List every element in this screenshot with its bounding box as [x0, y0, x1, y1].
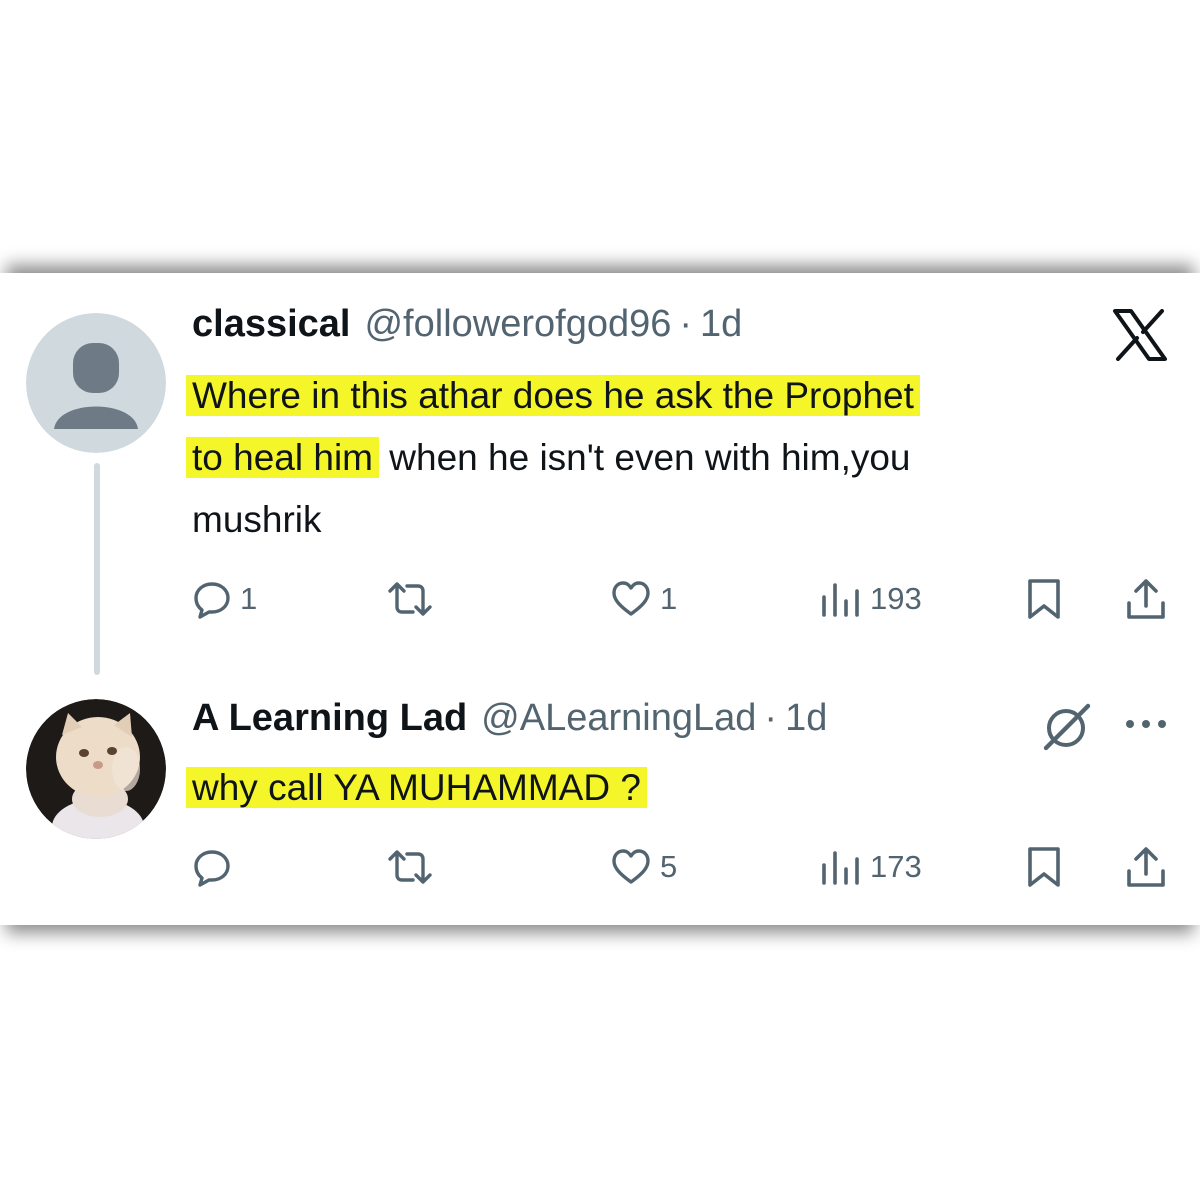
screenshot-card: classical @followerofgod96 · 1d Where in…: [0, 273, 1200, 925]
action-bar: 1 1 193: [0, 569, 1200, 629]
cat-avatar[interactable]: [26, 699, 166, 839]
like-button[interactable]: 1: [610, 569, 677, 629]
bookmark-button[interactable]: [1026, 569, 1062, 629]
views-icon: [822, 851, 859, 885]
like-count: 1: [660, 581, 678, 616]
separator-dot: ·: [679, 303, 693, 345]
tweet-text-line: why call YA MUHAMMAD ?: [186, 757, 1152, 819]
x-logo-icon: [1113, 309, 1167, 361]
repost-button[interactable]: [387, 837, 441, 897]
share-button[interactable]: [1124, 837, 1168, 897]
tweet-text: Where in this athar does he ask the Prop…: [186, 365, 1152, 551]
user-handle[interactable]: @ALearningLad: [481, 697, 756, 740]
user-handle[interactable]: @followerofgod96: [364, 303, 671, 346]
repost-icon: [388, 850, 432, 884]
bookmark-icon: [1028, 579, 1060, 619]
reply-icon: [194, 582, 230, 619]
cat-avatar-icon: [26, 699, 166, 839]
default-avatar-icon: [26, 313, 166, 453]
view-count: 193: [870, 581, 922, 616]
reply-icon: [194, 850, 230, 887]
separator-dot: ·: [764, 697, 778, 739]
default-avatar[interactable]: [26, 313, 166, 453]
grok-icon[interactable]: [1040, 700, 1094, 754]
highlighted-text: why call YA MUHAMMAD ?: [186, 767, 647, 808]
views-icon: [822, 583, 859, 617]
action-bar: 5 173: [0, 837, 1200, 897]
share-icon: [1127, 579, 1165, 619]
like-icon: [612, 849, 650, 884]
view-count: 173: [870, 849, 922, 884]
tweet-text-line: Where in this athar does he ask the Prop…: [186, 365, 1152, 427]
tweet-header: A Learning Lad @ALearningLad · 1d: [192, 697, 827, 747]
share-icon: [1127, 847, 1165, 887]
repost-button[interactable]: [387, 569, 441, 629]
tweet-text-line: to heal him when he isn't even with him,…: [186, 427, 1152, 489]
tweet-text: why call YA MUHAMMAD ?: [186, 757, 1152, 819]
bookmark-button[interactable]: [1026, 837, 1062, 897]
tweet-2[interactable]: A Learning Lad @ALearningLad · 1d why ca…: [0, 673, 1200, 925]
highlighted-text: Where in this athar does he ask the Prop…: [186, 375, 920, 416]
reply-count: 1: [240, 581, 258, 616]
repost-icon: [388, 582, 432, 616]
tweet-text-line: mushrik: [192, 499, 322, 540]
more-icon[interactable]: [1124, 717, 1168, 731]
highlighted-text: to heal him: [186, 437, 379, 478]
display-name[interactable]: classical: [192, 303, 350, 346]
views-button[interactable]: 173: [818, 837, 922, 897]
tweet-header: classical @followerofgod96 · 1d: [192, 303, 742, 353]
reply-button[interactable]: [192, 837, 240, 897]
bookmark-icon: [1028, 847, 1060, 887]
reply-button[interactable]: 1: [192, 569, 257, 629]
like-button[interactable]: 5: [610, 837, 677, 897]
views-button[interactable]: 193: [818, 569, 922, 629]
plain-text: when he isn't even with him,you: [379, 437, 911, 478]
timestamp[interactable]: 1d: [785, 697, 827, 740]
like-icon: [612, 581, 650, 616]
display-name[interactable]: A Learning Lad: [192, 697, 467, 740]
like-count: 5: [660, 849, 678, 884]
timestamp[interactable]: 1d: [700, 303, 742, 346]
share-button[interactable]: [1124, 569, 1168, 629]
tweet-1[interactable]: classical @followerofgod96 · 1d Where in…: [0, 273, 1200, 675]
